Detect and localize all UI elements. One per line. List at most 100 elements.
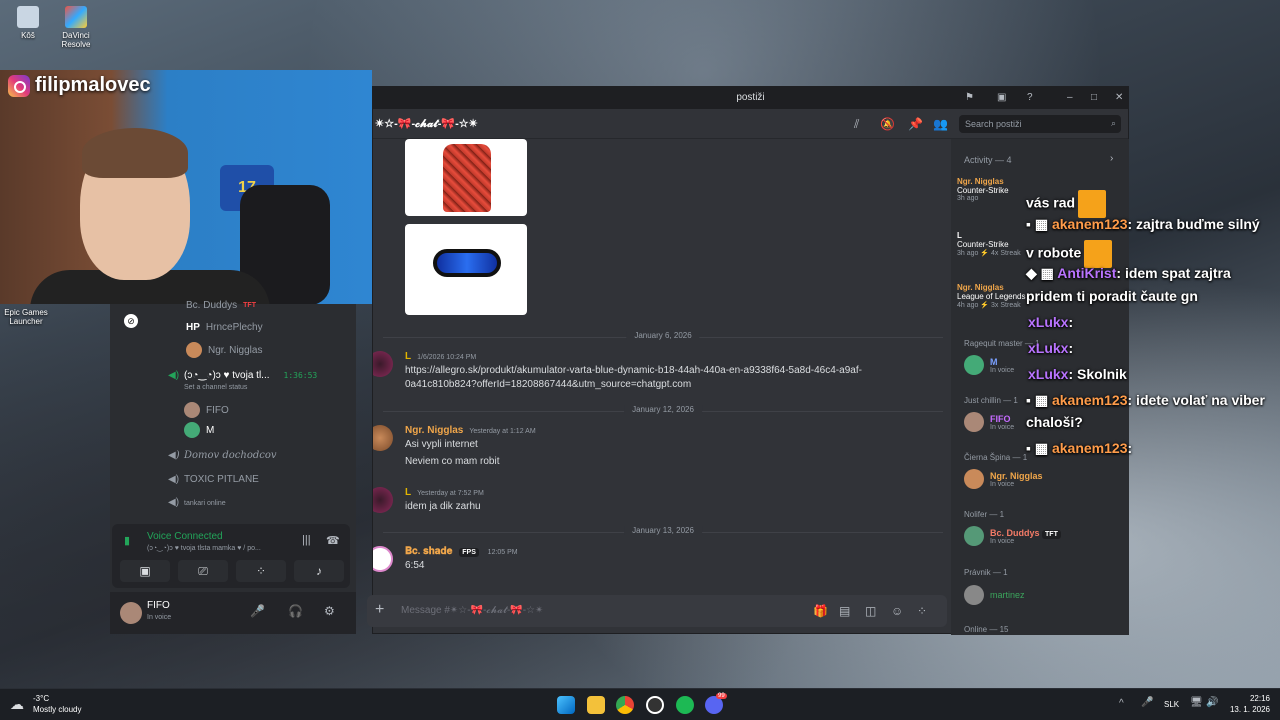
member-duddys[interactable]: Bc. Duddys TFT — [186, 300, 256, 311]
channel-header: ✴☆-🎀-𝓬𝓱𝓪𝓽-🎀-☆✴ ⫽ 🔕 📌 👥 Search postiži ⌕ — [373, 109, 1128, 139]
threads-icon[interactable]: ⫽ — [854, 117, 859, 132]
overlay-chat-line: ◆ ▦ AntiKrist: idem spat zajtra — [1026, 265, 1231, 281]
role-header: Just chillin — 1 — [964, 396, 1018, 405]
activity-header[interactable]: Activity — 4 — [964, 155, 1012, 165]
davinci-resolve-icon[interactable]: DaVinci Resolve — [48, 6, 104, 49]
avatar[interactable] — [373, 351, 393, 377]
speaker-icon: ◀) — [168, 473, 180, 485]
emoji-icon[interactable]: ☺ — [891, 604, 903, 618]
close-icon[interactable]: ✕ — [1115, 87, 1123, 109]
avatar — [964, 355, 984, 375]
date-divider: January 13, 2026 — [383, 526, 943, 535]
member-nigglas[interactable]: Ngr. Nigglas — [186, 342, 262, 358]
voice-member-m[interactable]: M — [184, 422, 214, 438]
mute-icon[interactable]: 🔕 — [880, 117, 895, 131]
activities-button[interactable]: ⁘ — [236, 560, 286, 582]
member-item[interactable]: Ngr. Nigglas In voice — [964, 469, 1043, 489]
camera-toggle-button[interactable]: ▣ — [120, 560, 170, 582]
volume-icon[interactable]: 🔊 — [1206, 697, 1218, 708]
overlay-chat-line: v robote — [1026, 240, 1113, 268]
message-list: January 6, 2026 L 1/6/2026 10:24 PM https… — [373, 139, 951, 579]
headphones-icon[interactable]: 🎧 — [288, 604, 303, 618]
game-icon — [1078, 190, 1107, 218]
title-bar: postiži ⚑ ▣ ? – □ ✕ — [373, 87, 1128, 109]
voice-connected-panel: ▮ Voice Connected (ɔ◔‿◔)ɔ ♥ tvoja tlsta … — [112, 524, 350, 588]
channel-sidebar: ⊘ Bc. Duddys TFT HP HrncePlechy Ngr. Nig… — [110, 300, 356, 634]
role-header: Online — 15 — [964, 625, 1009, 634]
sticker-icon[interactable]: ◫ — [865, 604, 876, 618]
search-input[interactable]: Search postiži ⌕ — [959, 115, 1121, 133]
goggles-image[interactable] — [405, 224, 527, 315]
microphone-icon[interactable]: 🎤 — [250, 604, 265, 618]
server-tag: FPS — [459, 548, 479, 557]
chevron-up-icon[interactable]: ^ — [1119, 698, 1124, 709]
jacket-image[interactable] — [405, 139, 527, 216]
channel-domov-dochodcov[interactable]: ◀) Domov dochodcov — [168, 450, 277, 461]
channel-tankari-online[interactable]: ◀) tankari online — [168, 498, 226, 508]
avatar[interactable] — [373, 487, 393, 513]
flag-icon[interactable]: ⚑ — [965, 87, 974, 109]
message-link[interactable]: 0a41c810b824?offerId=18208867444&utm_sou… — [405, 379, 691, 390]
pin-icon[interactable]: 📌 — [908, 117, 923, 131]
network-icon[interactable]: 🖥 — [1190, 697, 1203, 708]
disconnect-icon[interactable]: ☎ — [326, 534, 340, 547]
overlay-chat-line: ▪ ▦ akanem123: — [1026, 440, 1133, 456]
channel-toxic-pitlane[interactable]: ◀) TOXIC PITLANE — [168, 474, 259, 485]
webcam-overlay: 17 — [0, 70, 372, 304]
instagram-icon — [8, 74, 30, 97]
chrome-icon[interactable] — [616, 696, 634, 714]
streamer-hair — [82, 128, 188, 178]
gift-icon[interactable]: 🎁 — [813, 604, 828, 618]
message-composer[interactable]: + Message #✴☆-🎀-𝓬𝓱𝓪𝓽-🎀-☆✴ 🎁 ▤ ◫ ☺ ⁘ — [367, 595, 947, 627]
taskbar: ☁ -3°C Mostly cloudy 99 ^ 🎤 SLK 🖥 🔊 22:1… — [0, 688, 1280, 720]
speaker-icon: ◀) — [168, 449, 180, 461]
speaker-icon: ◀) — [168, 369, 180, 381]
inbox-icon[interactable]: ▣ — [997, 87, 1006, 109]
add-attachment-icon[interactable]: + — [375, 601, 384, 619]
apps-icon[interactable]: ⁘ — [917, 604, 927, 618]
language-indicator[interactable]: SLK — [1164, 700, 1179, 709]
windows-start-icon[interactable] — [557, 696, 575, 714]
role-header: Nolifer — 1 — [964, 510, 1005, 519]
avatar[interactable] — [373, 425, 393, 451]
search-icon: ⌕ — [1110, 118, 1116, 128]
date-divider: January 6, 2026 — [383, 331, 943, 340]
notification-badge: 99 — [716, 693, 727, 699]
instagram-handle: filipmalovec — [8, 74, 151, 97]
voice-channel[interactable]: ◀) (ɔ◔‿◔)ɔ ♥ tvoja tl... 1:36:53 — [168, 370, 317, 381]
avatar[interactable] — [373, 546, 393, 572]
overlay-chat-line: xLukx: Skolnik — [1028, 366, 1127, 382]
server-icon[interactable]: ⊘ — [124, 314, 138, 328]
spotify-icon[interactable] — [676, 696, 694, 714]
voice-member-fifo[interactable]: FIFO — [184, 402, 229, 418]
overlay-chat-line: chaloši? — [1026, 414, 1083, 430]
chevron-right-icon[interactable]: › — [1110, 153, 1113, 164]
file-explorer-icon[interactable] — [587, 696, 605, 714]
member-item[interactable]: martinez — [964, 585, 1025, 605]
minimize-icon[interactable]: – — [1067, 87, 1073, 109]
noise-suppression-icon[interactable]: ||| — [302, 534, 311, 546]
help-icon[interactable]: ? — [1027, 87, 1033, 109]
settings-gear-icon[interactable]: ⚙ — [324, 604, 335, 618]
obs-icon[interactable] — [646, 696, 664, 714]
members-icon[interactable]: 👥 — [933, 117, 948, 131]
microphone-icon[interactable]: 🎤 — [1141, 697, 1153, 708]
avatar — [964, 526, 984, 546]
weather-icon[interactable]: ☁ — [10, 696, 24, 713]
member-item[interactable]: M In voice — [964, 355, 1014, 375]
avatar — [964, 469, 984, 489]
soundboard-button[interactable]: ♪ — [294, 560, 344, 582]
gif-icon[interactable]: ▤ — [839, 604, 850, 618]
maximize-icon[interactable]: □ — [1091, 87, 1097, 109]
user-panel: FIFO In voice 🎤 🎧 ⚙ — [110, 592, 356, 634]
set-channel-status[interactable]: Set a channel status — [184, 384, 247, 391]
member-hrnceplechy[interactable]: HP HrncePlechy — [186, 322, 263, 333]
member-item[interactable]: Bc. Duddys TFT In voice — [964, 526, 1061, 546]
screen-share-button[interactable]: ⎚ — [178, 560, 228, 582]
avatar[interactable] — [120, 602, 142, 624]
game-icon — [1084, 240, 1113, 268]
member-item[interactable]: FIFO In voice — [964, 412, 1014, 432]
epic-games-icon[interactable]: Epic Games Launcher — [0, 308, 54, 326]
message-link[interactable]: https://allegro.sk/produkt/akumulator-va… — [405, 365, 862, 376]
overlay-chat-line: ▪ ▦ akanem123: idete volať na viber — [1026, 392, 1265, 408]
